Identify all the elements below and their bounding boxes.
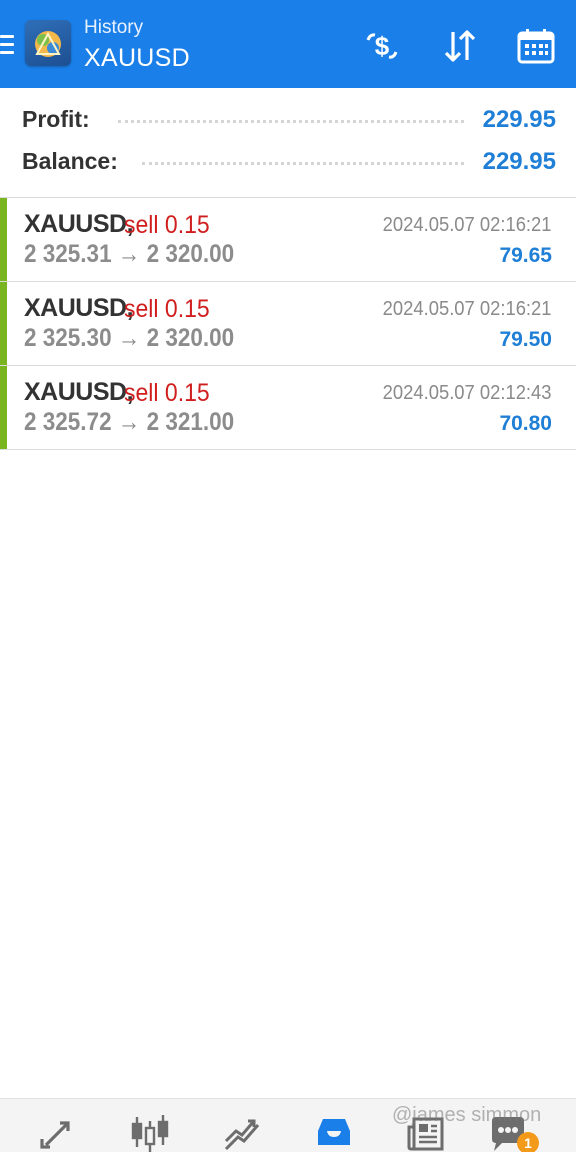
dotted-leader — [142, 162, 464, 165]
page-subtitle: History — [84, 17, 144, 38]
app-bar: History XAUUSD $ — [0, 0, 576, 88]
menu-icon[interactable] — [0, 35, 14, 55]
svg-text:$: $ — [375, 31, 390, 61]
deal-symbol: XAUUSD, — [24, 294, 134, 322]
deal-side: sell 0.15 — [124, 295, 210, 323]
sort-icon[interactable] — [440, 26, 480, 66]
deal-prices: 2 325.31 → 2 320.00 — [24, 240, 235, 268]
chat-badge: 1 — [517, 1132, 539, 1152]
balance-label: Balance: — [22, 148, 118, 174]
trade-icon[interactable] — [222, 1113, 262, 1152]
dotted-leader — [118, 120, 464, 123]
deal-time: 2024.05.07 02:16:21 — [383, 298, 552, 320]
deal-status-bar — [0, 282, 7, 365]
deal-side: sell 0.15 — [124, 379, 210, 407]
deal-status-bar — [0, 198, 7, 281]
deposit-dollar-icon[interactable]: $ — [362, 26, 402, 66]
profit-value: 229.95 — [482, 106, 556, 133]
deal-status-bar — [0, 366, 7, 449]
calendar-icon[interactable] — [516, 26, 556, 66]
deal-profit: 79.65 — [499, 244, 552, 267]
deal-row[interactable]: XAUUSD, sell 0.15 2024.05.07 02:12:43 2 … — [0, 366, 576, 450]
page-title-symbol: XAUUSD — [84, 44, 190, 72]
deal-time: 2024.05.07 02:12:43 — [383, 382, 552, 404]
deal-time: 2024.05.07 02:16:21 — [383, 214, 552, 236]
deal-prices: 2 325.72 → 2 321.00 — [24, 408, 235, 436]
deal-row[interactable]: XAUUSD, sell 0.15 2024.05.07 02:16:21 2 … — [0, 282, 576, 366]
deal-symbol: XAUUSD, — [24, 378, 134, 406]
quotes-icon[interactable] — [38, 1113, 78, 1152]
chart-icon[interactable] — [130, 1113, 170, 1152]
watermark: @james simmon — [392, 1104, 542, 1126]
deal-profit: 70.80 — [499, 412, 552, 435]
summary-panel: Profit: 229.95 Balance: 229.95 — [0, 88, 576, 198]
balance-value: 229.95 — [482, 148, 556, 175]
profit-row: Profit: 229.95 — [22, 102, 556, 138]
deal-prices: 2 325.30 → 2 320.00 — [24, 324, 235, 352]
deal-side: sell 0.15 — [124, 211, 210, 239]
deal-profit: 79.50 — [499, 328, 552, 351]
profit-label: Profit: — [22, 106, 90, 132]
app-logo — [25, 20, 71, 66]
history-icon[interactable] — [314, 1113, 354, 1152]
deal-row[interactable]: XAUUSD, sell 0.15 2024.05.07 02:16:21 2 … — [0, 198, 576, 282]
deal-symbol: XAUUSD, — [24, 210, 134, 238]
balance-row: Balance: 229.95 — [22, 144, 556, 180]
